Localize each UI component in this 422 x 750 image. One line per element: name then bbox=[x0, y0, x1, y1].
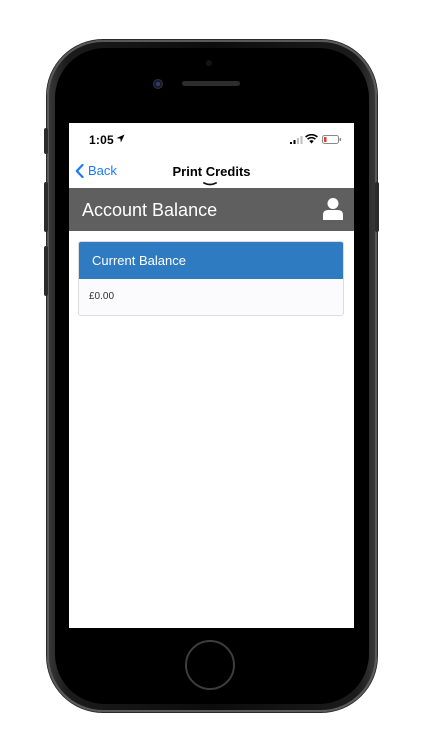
volume-down-button bbox=[44, 246, 48, 296]
page-title: Account Balance bbox=[82, 200, 218, 220]
home-button[interactable] bbox=[185, 640, 235, 690]
front-camera bbox=[153, 79, 163, 89]
user-icon[interactable] bbox=[322, 197, 344, 221]
nav-title: Print Credits bbox=[172, 164, 251, 179]
volume-up-button bbox=[44, 182, 48, 232]
battery-icon bbox=[322, 135, 342, 144]
balance-card-heading: Current Balance bbox=[79, 242, 343, 279]
proximity-sensor bbox=[206, 60, 212, 66]
navigation-bar: Back Print Credits bbox=[69, 155, 354, 188]
status-bar: 1:05 bbox=[69, 123, 354, 155]
mute-switch bbox=[44, 128, 48, 154]
earpiece-speaker bbox=[182, 81, 240, 86]
power-button bbox=[375, 182, 379, 232]
pull-down-indicator[interactable] bbox=[203, 182, 217, 186]
balance-amount: £0.00 bbox=[89, 291, 115, 302]
signal-icon bbox=[290, 136, 303, 144]
balance-card: Current Balance £0.00 bbox=[78, 241, 344, 316]
status-time: 1:05 bbox=[89, 133, 114, 147]
wifi-icon bbox=[305, 134, 318, 144]
app-screen: 1:05 Back Print Credits Account Balance … bbox=[69, 123, 354, 628]
page-header: Account Balance bbox=[69, 188, 354, 231]
location-arrow-icon bbox=[116, 134, 125, 143]
